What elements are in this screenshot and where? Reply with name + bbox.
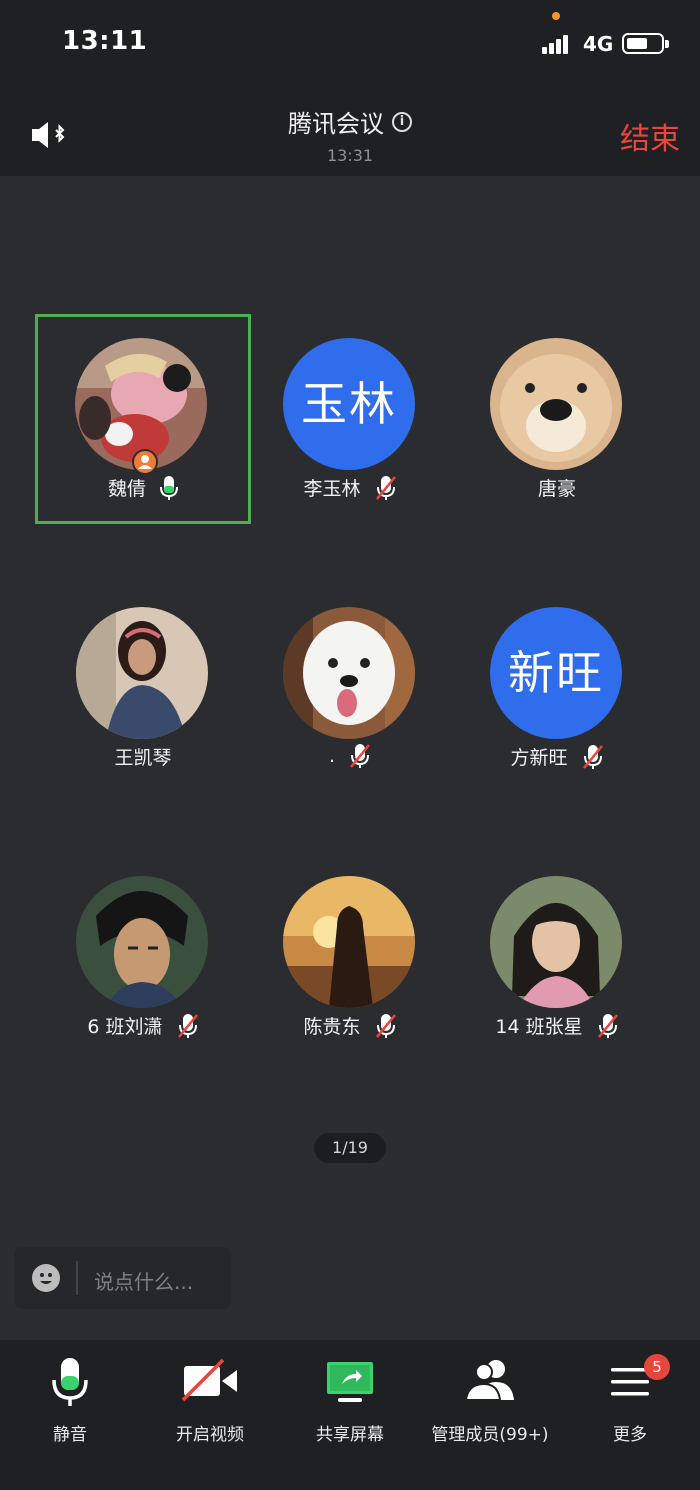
status-bar: 13:11 4G <box>0 0 700 90</box>
avatar <box>283 876 415 1008</box>
text-avatar: 新旺 <box>490 607 622 739</box>
share-screen-icon <box>327 1362 373 1402</box>
participant-name: 王凯琴 <box>114 747 172 769</box>
participant-tile[interactable]: 14 班张星 <box>450 852 664 1062</box>
page-indicator: 1/19 <box>314 1133 386 1163</box>
avatar <box>490 876 622 1008</box>
video-off-icon <box>181 1358 237 1402</box>
end-meeting-button[interactable]: 结束 <box>620 114 680 158</box>
participant-name-row: 14 班张星 <box>450 1012 664 1039</box>
participant-tile[interactable]: 陈贵东 <box>243 852 457 1062</box>
mic-muted-icon <box>597 1013 618 1038</box>
host-badge-icon <box>132 449 158 475</box>
share-screen-button[interactable]: 共享屏幕 <box>280 1350 420 1450</box>
participant-name-row: 王凯琴 <box>36 743 250 770</box>
participant-tile[interactable]: 魏倩 <box>35 314 251 524</box>
battery-icon <box>622 33 669 54</box>
mic-on-icon <box>160 475 179 500</box>
participant-name: 陈贵东 <box>303 1016 361 1038</box>
participant-tile[interactable]: 唐豪 <box>450 314 664 524</box>
participant-name: 方新旺 <box>510 747 568 769</box>
participant-name-row: . <box>243 743 457 769</box>
participant-name: 14 班张星 <box>495 1016 583 1038</box>
mic-muted-icon <box>350 744 371 768</box>
chat-divider <box>76 1261 78 1295</box>
more-button[interactable]: 5 更多 <box>560 1350 700 1450</box>
participant-name: 6 班刘潇 <box>87 1016 163 1038</box>
participant-name-row: 陈贵东 <box>243 1012 457 1039</box>
participant-tile[interactable]: 6 班刘潇 <box>36 852 250 1062</box>
participant-name-row: 唐豪 <box>450 474 664 501</box>
avatar <box>76 876 208 1008</box>
start-video-label: 开启视频 <box>176 1425 244 1445</box>
meeting-header: 腾讯会议 i 13:31 结束 <box>0 90 700 176</box>
chat-placeholder: 说点什么... <box>94 1270 194 1294</box>
more-label: 更多 <box>613 1425 647 1445</box>
notification-badge: 5 <box>644 1354 670 1380</box>
mic-muted-icon <box>582 744 603 769</box>
participant-name-row: 李玉林 <box>243 474 457 501</box>
signal-icon <box>542 32 576 54</box>
manage-members-button[interactable]: 管理成员(99+) <box>420 1350 560 1450</box>
mic-muted-icon <box>177 1013 198 1038</box>
participant-name: 魏倩 <box>107 478 146 500</box>
avatar <box>76 607 208 739</box>
meeting-timer: 13:31 <box>326 146 374 165</box>
bottom-toolbar: 静音 开启视频 共享屏幕 管理成员(99+) 5 更多 <box>0 1340 700 1490</box>
info-icon[interactable]: i <box>392 111 412 132</box>
participant-name-row: 方新旺 <box>450 743 664 770</box>
share-screen-label: 共享屏幕 <box>316 1425 384 1445</box>
members-icon <box>464 1360 514 1401</box>
mic-muted-icon <box>375 475 396 500</box>
participant-name: 李玉林 <box>303 478 361 500</box>
avatar <box>490 338 622 470</box>
participant-tile[interactable]: 玉林 李玉林 <box>243 314 457 524</box>
start-video-button[interactable]: 开启视频 <box>140 1350 280 1450</box>
meeting-title: 腾讯会议 <box>288 110 384 138</box>
mute-label: 静音 <box>53 1425 87 1445</box>
microphone-icon <box>52 1358 88 1406</box>
mute-button[interactable]: 静音 <box>0 1350 140 1450</box>
emoji-icon[interactable] <box>32 1264 60 1292</box>
participant-name-row: 魏倩 <box>38 474 248 501</box>
avatar <box>283 607 415 739</box>
participant-tile[interactable]: 新旺 方新旺 <box>450 583 664 793</box>
participant-name: . <box>328 745 335 767</box>
participant-name-row: 6 班刘潇 <box>36 1012 250 1039</box>
participant-tile[interactable]: 王凯琴 <box>36 583 250 793</box>
meeting-title-wrap[interactable]: 腾讯会议 i <box>0 104 700 139</box>
network-type: 4G <box>583 32 614 56</box>
text-avatar: 玉林 <box>283 338 415 470</box>
participant-grid: 魏倩 玉林 李玉林 唐豪 王凯琴 . 新旺 方新旺 6 班刘潇 陈贵东 14 班… <box>0 176 700 1176</box>
status-time: 13:11 <box>62 26 148 56</box>
mic-muted-icon <box>375 1013 396 1038</box>
participant-name: 唐豪 <box>537 478 576 500</box>
participant-tile[interactable]: . <box>243 583 457 793</box>
chat-input[interactable]: 说点什么... <box>14 1247 231 1309</box>
manage-members-label: 管理成员(99+) <box>431 1425 549 1445</box>
privacy-indicator-dot <box>552 12 560 20</box>
